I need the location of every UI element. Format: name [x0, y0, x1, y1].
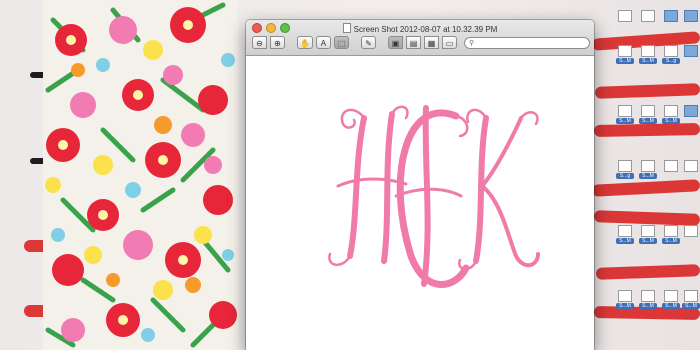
edit-button[interactable]: ✎: [360, 36, 376, 49]
desktop-icon[interactable]: [662, 160, 680, 172]
icon-label: S...M: [662, 118, 680, 124]
desktop-icon[interactable]: [639, 10, 657, 22]
desktop-icon[interactable]: S...M: [616, 290, 634, 309]
file-icon: [641, 45, 655, 57]
select-rect-button[interactable]: ⬚: [333, 36, 349, 49]
file-icon: [664, 45, 678, 57]
document-view[interactable]: [246, 56, 594, 350]
floral-pattern: [43, 0, 238, 350]
file-icon: [641, 10, 655, 22]
file-icon: [684, 160, 698, 172]
view-single-button[interactable]: ▣: [387, 36, 403, 49]
desktop-icon[interactable]: S...g: [616, 160, 634, 179]
file-icon: [641, 105, 655, 117]
document-icon: [342, 23, 351, 33]
move-tool-button[interactable]: ✋: [297, 36, 313, 49]
monogram-letters: [328, 105, 540, 288]
desktop-icon[interactable]: S...M: [616, 45, 634, 64]
icon-label: S...M: [639, 173, 657, 179]
icon-label: S...M: [616, 238, 634, 244]
desktop-icon[interactable]: [616, 10, 634, 22]
desktop-icon[interactable]: [662, 10, 680, 22]
file-icon: [664, 160, 678, 172]
zoom-in-button[interactable]: ⊕: [270, 36, 285, 49]
icon-label: S...M: [616, 303, 634, 309]
file-icon: [684, 290, 698, 302]
desktop-icon[interactable]: S...M: [639, 290, 657, 309]
desktop-icon[interactable]: [682, 160, 700, 172]
icon-label: S...M: [616, 58, 634, 64]
file-icon: [641, 160, 655, 172]
folder-icon: [684, 45, 698, 57]
desktop-icon[interactable]: S...M: [639, 225, 657, 244]
file-icon: [618, 10, 632, 22]
desktop-icon[interactable]: [682, 225, 700, 237]
folder-icon: [684, 105, 698, 117]
desktop-icon[interactable]: S...M: [682, 290, 700, 309]
desktop-icon[interactable]: S...M: [616, 105, 634, 124]
icon-label: S...M: [662, 238, 680, 244]
desktop-icon[interactable]: [682, 10, 700, 22]
desktop-icon[interactable]: [682, 105, 700, 117]
file-icon: [618, 225, 632, 237]
icon-label: S...M: [639, 303, 657, 309]
icon-label: S...g: [616, 173, 634, 179]
window-title: Screen Shot 2012-08-07 at 10.32.39 PM: [246, 23, 594, 34]
icon-label: S...g: [662, 58, 680, 64]
desktop-icon[interactable]: S...M: [639, 105, 657, 124]
file-icon: [618, 290, 632, 302]
desktop-icon[interactable]: S...M: [662, 225, 680, 244]
folder-icon: [664, 10, 678, 22]
file-icon: [641, 290, 655, 302]
file-icon: [618, 160, 632, 172]
file-icon: [641, 225, 655, 237]
file-icon: [664, 105, 678, 117]
file-icon: [618, 105, 632, 117]
preview-window[interactable]: Screen Shot 2012-08-07 at 10.32.39 PM ⊖ …: [246, 20, 594, 350]
search-icon: ⚲: [468, 39, 475, 47]
view-grid-button[interactable]: ▦: [423, 36, 439, 49]
desktop-icon[interactable]: S...M: [662, 105, 680, 124]
icon-label: S...M: [616, 118, 634, 124]
icon-label: S...M: [682, 303, 700, 309]
desktop-icons: S...M S...M S...g S...M S...M S...M S...…: [612, 0, 700, 350]
icon-label: S...M: [639, 118, 657, 124]
title-bar[interactable]: Screen Shot 2012-08-07 at 10.32.39 PM ⊖ …: [246, 20, 594, 56]
monogram-image: [328, 105, 540, 288]
view-sidebar-button[interactable]: ▤: [405, 36, 421, 49]
folder-icon: [684, 10, 698, 22]
file-icon: [664, 225, 678, 237]
toolbar: ⊖ ⊕ ✋ A ⬚ ✎ ▣ ▤ ▦ ▭ ⚲: [252, 35, 590, 50]
desktop-icon[interactable]: S...M: [639, 160, 657, 179]
desktop-icon[interactable]: S...M: [639, 45, 657, 64]
file-icon: [618, 45, 632, 57]
floral-notebook-image: [43, 0, 238, 350]
icon-label: S...M: [639, 58, 657, 64]
desktop-icon[interactable]: S...M: [616, 225, 634, 244]
desktop-icon[interactable]: [682, 45, 700, 57]
icon-label: S...M: [639, 238, 657, 244]
text-select-button[interactable]: A: [315, 36, 331, 49]
desktop-icon[interactable]: S...M: [662, 290, 680, 309]
view-fullscreen-button[interactable]: ▭: [441, 36, 457, 49]
zoom-out-button[interactable]: ⊖: [252, 36, 267, 49]
icon-label: S...M: [662, 303, 680, 309]
window-title-text: Screen Shot 2012-08-07 at 10.32.39 PM: [353, 25, 498, 34]
file-icon: [684, 225, 698, 237]
desktop-icon[interactable]: S...g: [662, 45, 680, 64]
search-field[interactable]: ⚲: [463, 36, 590, 49]
file-icon: [664, 290, 678, 302]
